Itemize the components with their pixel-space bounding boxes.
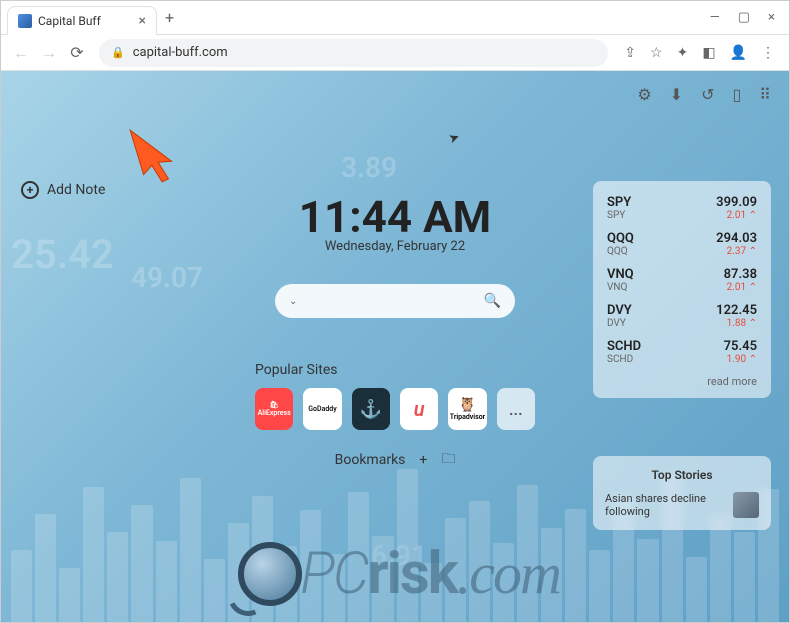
extensions-icon[interactable]: ✦ — [677, 45, 689, 61]
tile-tripadvisor[interactable]: 🦉Tripadvisor — [448, 388, 486, 430]
tab-favicon — [18, 14, 32, 28]
browser-tab[interactable]: Capital Buff × — [7, 6, 157, 35]
tile-more[interactable]: ... — [497, 388, 535, 430]
page-toolbar: ⚙ ⬇ ↺ ▯ ⠿ — [637, 85, 771, 104]
stock-row[interactable]: SCHD75.45 SCHD1.90 ⌃ — [607, 339, 757, 365]
tile-shield[interactable]: ⚓ — [352, 388, 390, 430]
tab-title: Capital Buff — [38, 14, 101, 28]
story-thumbnail — [733, 492, 759, 518]
panel-icon[interactable]: ◧ — [702, 45, 715, 61]
stock-row[interactable]: SPY399.09 SPY2.01 ⌃ — [607, 195, 757, 221]
back-button[interactable]: ← — [9, 41, 33, 65]
lock-icon: 🔒 — [111, 46, 125, 59]
add-bookmark-icon[interactable]: + — [419, 452, 427, 468]
gear-icon[interactable]: ⚙ — [637, 85, 651, 104]
popular-sites-title: Popular Sites — [255, 362, 535, 378]
url-text: capital-buff.com — [133, 45, 228, 60]
bookmark-folder-icon[interactable]: 🗀 — [441, 448, 455, 472]
bg-number: 49.07 — [131, 261, 203, 294]
tile-udemy[interactable]: u — [400, 388, 438, 430]
search-input[interactable] — [307, 294, 473, 309]
bookmarks-row: Bookmarks + 🗀 — [335, 448, 456, 472]
new-tab-button[interactable]: + — [165, 8, 174, 27]
stock-row[interactable]: VNQ87.38 VNQ2.01 ⌃ — [607, 267, 757, 293]
title-bar: Capital Buff × + — ▢ × — [1, 1, 789, 35]
star-icon[interactable]: ☆ — [650, 45, 663, 61]
profile-icon[interactable]: 👤 — [730, 45, 747, 61]
history-icon[interactable]: ↺ — [701, 85, 714, 104]
center-column: 11:44 AM Wednesday, February 22 ⌄ 🔍 Popu… — [255, 191, 535, 472]
search-icon[interactable]: 🔍 — [484, 293, 501, 309]
address-bar-row: ← → ⟳ 🔒 capital-buff.com ⇪ ☆ ✦ ◧ 👤 ⋮ — [1, 35, 789, 71]
bookmark-icon[interactable]: ▯ — [732, 85, 741, 104]
tile-aliexpress[interactable]: 🛍AliExpress — [255, 388, 293, 430]
add-note-label: Add Note — [47, 182, 105, 198]
story-headline: Asian shares decline following — [605, 492, 725, 518]
chevron-down-icon[interactable]: ⌄ — [289, 296, 297, 307]
top-stories-title: Top Stories — [605, 468, 759, 482]
share-icon[interactable]: ⇪ — [624, 45, 636, 61]
tile-godaddy[interactable]: GoDaddy — [303, 388, 341, 430]
stock-row[interactable]: QQQ294.03 QQQ2.37 ⌃ — [607, 231, 757, 257]
close-window-icon[interactable]: × — [768, 10, 775, 25]
grid-icon[interactable]: ⠿ — [759, 85, 771, 104]
browser-window: Capital Buff × + — ▢ × ← → ⟳ 🔒 capital-b… — [0, 0, 790, 623]
window-controls: — ▢ × — [710, 10, 783, 25]
stock-row[interactable]: DVY122.45 DVY1.88 ⌃ — [607, 303, 757, 329]
page-content: 3.89 25.42 49.07 6.91 ⚙ ⬇ ↺ ▯ ⠿ + Add No… — [1, 71, 789, 622]
menu-icon[interactable]: ⋮ — [761, 45, 775, 61]
bookmarks-label: Bookmarks — [335, 452, 406, 468]
story-item[interactable]: Asian shares decline following — [605, 492, 759, 518]
site-tiles: 🛍AliExpress GoDaddy ⚓ u 🦉Tripadvisor ... — [255, 388, 535, 430]
forward-button[interactable]: → — [37, 41, 61, 65]
search-box[interactable]: ⌄ 🔍 — [275, 284, 515, 318]
minimize-icon[interactable]: — — [710, 10, 720, 25]
bg-number: 25.42 — [11, 231, 114, 278]
clock-time: 11:44 AM — [299, 191, 491, 243]
close-tab-icon[interactable]: × — [139, 13, 146, 29]
clock-date: Wednesday, February 22 — [325, 239, 465, 254]
plus-circle-icon: + — [21, 181, 39, 199]
address-bar-icons: ⇪ ☆ ✦ ◧ 👤 ⋮ — [618, 45, 781, 61]
popular-sites-section: Popular Sites 🛍AliExpress GoDaddy ⚓ u 🦉T… — [255, 362, 535, 430]
reload-button[interactable]: ⟳ — [65, 41, 89, 65]
maximize-icon[interactable]: ▢ — [738, 10, 750, 25]
top-stories-panel: Top Stories Asian shares decline followi… — [593, 456, 771, 530]
add-note-button[interactable]: + Add Note — [21, 181, 105, 199]
address-bar[interactable]: 🔒 capital-buff.com — [99, 39, 608, 67]
bg-number: 3.89 — [341, 151, 397, 184]
download-icon[interactable]: ⬇ — [670, 85, 683, 104]
read-more-link[interactable]: read more — [607, 375, 757, 388]
stocks-panel: SPY399.09 SPY2.01 ⌃ QQQ294.03 QQQ2.37 ⌃ … — [593, 181, 771, 398]
